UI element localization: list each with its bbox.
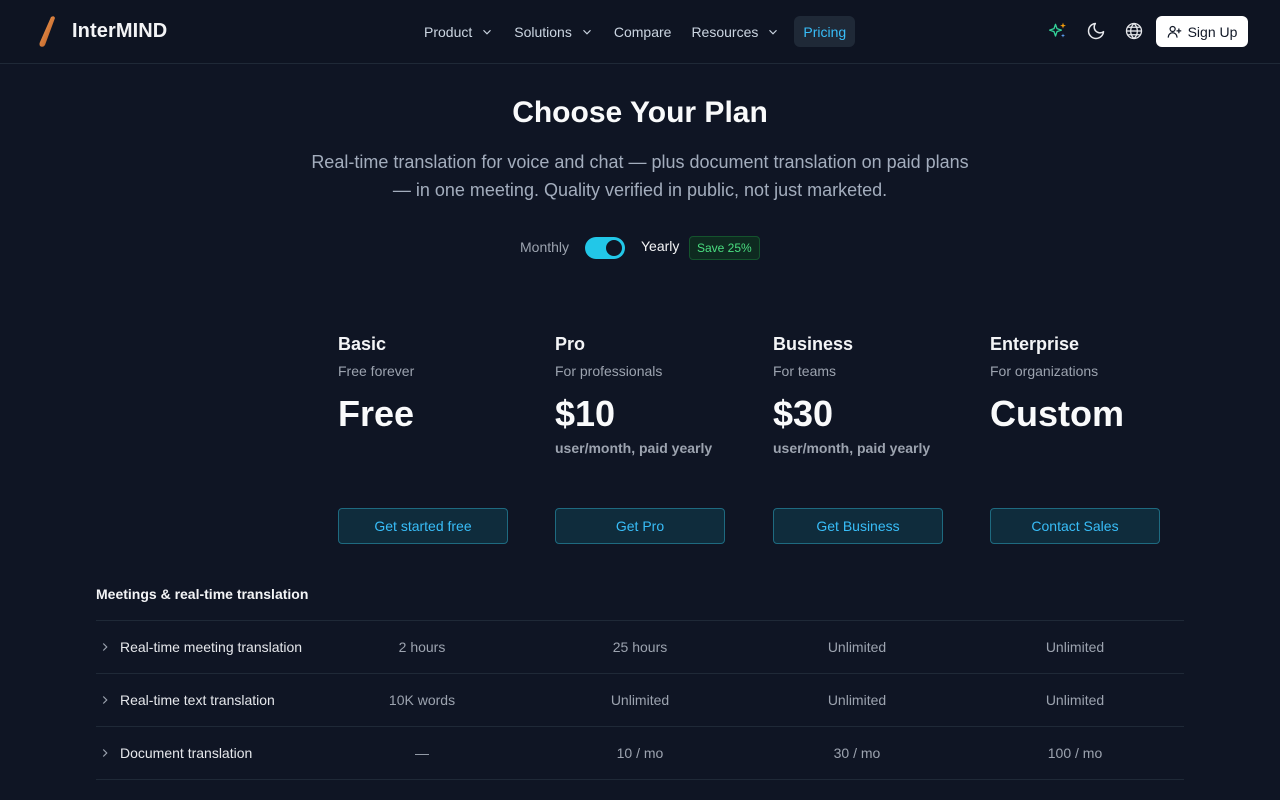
- plan-description: For teams: [773, 363, 837, 379]
- sign-up-label: Sign Up: [1187, 23, 1238, 40]
- plan-name: Basic: [338, 334, 387, 354]
- plan-price: Free: [338, 393, 415, 434]
- plan-description: For professionals: [555, 363, 663, 379]
- nav-resources-label: Resources: [691, 23, 759, 40]
- features-section-title: Meetings & real-time translation: [96, 586, 309, 602]
- cell-enterprise: 100 / mo: [1047, 745, 1103, 761]
- nav-product[interactable]: Product: [414, 16, 504, 47]
- billing-yearly-label[interactable]: Yearly: [641, 238, 679, 254]
- subtitle-line-1: Real-time translation for voice and chat…: [311, 152, 969, 172]
- subtitle-line-2: — in one meeting. Quality verified in pu…: [392, 180, 888, 200]
- chevron-down-icon: [769, 29, 778, 35]
- billing-toggle[interactable]: [585, 237, 625, 259]
- cell-business: Unlimited: [827, 639, 887, 655]
- plan-basic: Basic Free forever Free: [338, 334, 508, 440]
- chevron-down-icon: [483, 29, 492, 35]
- billing-monthly-label[interactable]: Monthly: [520, 239, 569, 255]
- brand-name: InterMIND: [72, 19, 168, 42]
- nav-solutions-label: Solutions: [514, 23, 572, 40]
- plan-enterprise: Enterprise For organizations Custom: [990, 334, 1160, 440]
- nav-solutions[interactable]: Solutions: [504, 16, 604, 47]
- cell-basic: 10K words: [388, 692, 456, 708]
- plan-pro: Pro For professionals $10 user/month, pa…: [555, 334, 725, 456]
- nav-product-label: Product: [424, 23, 473, 40]
- cell-basic: 2 hours: [398, 639, 446, 655]
- plan-name: Pro: [555, 334, 586, 354]
- feature-row-toggle[interactable]: Document translation: [96, 727, 252, 779]
- nav-resources[interactable]: Resources: [681, 16, 790, 47]
- plan-description: For organizations: [990, 363, 1099, 379]
- plan-business: Business For teams $30 user/month, paid …: [773, 334, 943, 456]
- cell-pro: 25 hours: [612, 639, 668, 655]
- table-row-partial: [96, 779, 1184, 800]
- cell-basic: —: [415, 745, 429, 761]
- feature-label: Document translation: [120, 745, 253, 761]
- feature-row-toggle[interactable]: Real-time meeting translation: [96, 621, 302, 673]
- plan-name: Enterprise: [990, 334, 1080, 354]
- feature-label: Real-time text translation: [120, 692, 275, 708]
- contact-sales-button[interactable]: Contact Sales: [990, 508, 1160, 544]
- user-plus-icon: [1167, 25, 1181, 38]
- nav-pricing-label: Pricing: [803, 23, 847, 40]
- cell-enterprise: Unlimited: [1045, 692, 1105, 708]
- cell-enterprise: Unlimited: [1045, 639, 1105, 655]
- plan-price: $30: [773, 393, 834, 434]
- nav-compare-label: Compare: [613, 23, 672, 40]
- get-started-free-button[interactable]: Get started free: [338, 508, 508, 544]
- table-row: Real-time meeting translation 2 hours 25…: [96, 620, 1184, 673]
- cell-business: Unlimited: [827, 692, 887, 708]
- top-navbar: InterMIND Product Solutions Compare Reso…: [0, 0, 1280, 64]
- page-subtitle: Real-time translation for voice and chat…: [300, 148, 980, 204]
- page-title: Choose Your Plan: [512, 96, 768, 129]
- plan-price: $10: [555, 393, 616, 434]
- sparkles-icon[interactable]: [1047, 20, 1069, 42]
- sign-up-button[interactable]: Sign Up: [1156, 16, 1248, 47]
- globe-icon[interactable]: [1123, 20, 1145, 42]
- billing-period-switch: Monthly Yearly Save 25%: [0, 236, 1280, 260]
- feature-label: Real-time meeting translation: [120, 639, 303, 655]
- cell-business: 30 / mo: [833, 745, 881, 761]
- plan-name: Business: [773, 334, 854, 354]
- cell-pro: Unlimited: [610, 692, 670, 708]
- billing-toggle-knob: [606, 240, 622, 256]
- nav-compare[interactable]: Compare: [604, 16, 682, 47]
- save-badge: Save 25%: [689, 236, 760, 260]
- table-row: Document translation — 10 / mo 30 / mo 1…: [96, 726, 1184, 779]
- main-nav: Product Solutions Compare Resources Pric…: [414, 16, 856, 47]
- table-row: Real-time text translation 10K words Unl…: [96, 673, 1184, 726]
- plan-period: user/month, paid yearly: [773, 440, 931, 456]
- plan-period: user/month, paid yearly: [555, 440, 713, 456]
- chevron-right-icon: [102, 749, 108, 757]
- chevron-down-icon: [582, 29, 591, 35]
- plan-price: Custom: [990, 393, 1124, 434]
- get-pro-button[interactable]: Get Pro: [555, 508, 725, 544]
- chevron-right-icon: [102, 696, 108, 704]
- feature-row-toggle[interactable]: Real-time text translation: [96, 674, 275, 726]
- chevron-right-icon: [102, 643, 108, 651]
- cell-pro: 10 / mo: [616, 745, 664, 761]
- brand-logo[interactable]: InterMIND: [36, 14, 167, 48]
- brand-logo-icon: [36, 14, 60, 48]
- plan-description: Free forever: [338, 363, 415, 379]
- nav-pricing[interactable]: Pricing: [794, 16, 856, 47]
- moon-icon[interactable]: [1085, 20, 1107, 42]
- get-business-button[interactable]: Get Business: [773, 508, 943, 544]
